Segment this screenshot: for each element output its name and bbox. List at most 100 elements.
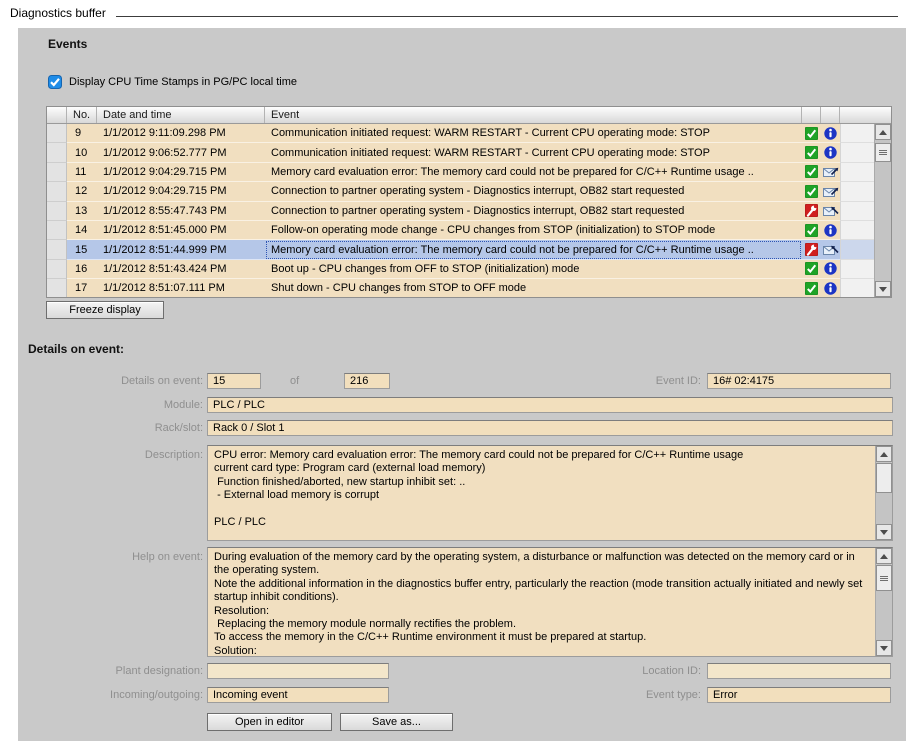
- help-text: During evaluation of the memory card by …: [208, 548, 875, 656]
- row-selector-cell[interactable]: [47, 279, 67, 297]
- events-table-body: 9 1/1/2012 9:11:09.298 PM Communication …: [47, 124, 874, 297]
- open-in-editor-button[interactable]: Open in editor: [207, 713, 332, 731]
- checkbox-checked-icon: [48, 75, 62, 89]
- event-total-field[interactable]: 216: [344, 373, 390, 389]
- table-row[interactable]: 10 1/1/2012 9:06:52.777 PM Communication…: [47, 143, 874, 162]
- row-selector-cell[interactable]: [47, 260, 67, 279]
- help-on-event-box[interactable]: During evaluation of the memory card by …: [207, 547, 893, 657]
- events-table: No. Date and time Event 9 1/1/2012 9:11:…: [46, 106, 892, 298]
- scroll-down-button[interactable]: [875, 281, 891, 297]
- incoming-outgoing-label: Incoming/outgoing:: [32, 689, 203, 701]
- arrow-up-icon: [880, 452, 888, 457]
- scroll-down-button[interactable]: [876, 640, 892, 656]
- green-check-icon: [802, 143, 821, 162]
- incoming-outgoing-field[interactable]: Incoming event: [207, 687, 389, 703]
- green-check-icon: [802, 260, 821, 279]
- event-datetime: 1/1/2012 9:06:52.777 PM: [97, 143, 265, 162]
- scrollbar-thumb[interactable]: [875, 143, 891, 162]
- scroll-up-button[interactable]: [876, 548, 892, 564]
- table-row[interactable]: 12 1/1/2012 9:04:29.715 PM Connection to…: [47, 182, 874, 201]
- row-selector-cell[interactable]: [47, 143, 67, 162]
- event-no: 9: [67, 124, 97, 143]
- table-row[interactable]: 17 1/1/2012 8:51:07.111 PM Shut down - C…: [47, 279, 874, 297]
- event-datetime: 1/1/2012 8:51:44.999 PM: [97, 240, 265, 259]
- scroll-up-button[interactable]: [875, 124, 891, 140]
- events-table-scrollbar[interactable]: [874, 124, 891, 297]
- details-count-row: Details on event: 15 of 216 Event ID: 16…: [18, 373, 906, 391]
- scrollbar-thumb[interactable]: [876, 565, 892, 591]
- description-box[interactable]: CPU error: Memory card evaluation error:…: [207, 445, 893, 541]
- rack-slot-field[interactable]: Rack 0 / Slot 1: [207, 420, 893, 436]
- table-row[interactable]: 16 1/1/2012 8:51:43.424 PM Boot up - CPU…: [47, 260, 874, 279]
- event-id-label: Event ID:: [549, 375, 701, 387]
- event-text: Follow-on operating mode change - CPU ch…: [265, 221, 802, 240]
- incoming-eventtype-row: Incoming/outgoing: Incoming event Event …: [18, 687, 906, 705]
- table-row[interactable]: 13 1/1/2012 8:55:47.743 PM Connection to…: [47, 202, 874, 221]
- save-as-button[interactable]: Save as...: [340, 713, 453, 731]
- event-no: 11: [67, 163, 97, 182]
- red-wrench-icon: [802, 240, 821, 259]
- event-datetime: 1/1/2012 8:51:45.000 PM: [97, 221, 265, 240]
- arrow-down-icon: [880, 646, 888, 651]
- row-spacer-cell: [840, 163, 874, 182]
- event-no: 12: [67, 182, 97, 201]
- event-datetime: 1/1/2012 8:51:07.111 PM: [97, 279, 265, 297]
- event-no: 15: [67, 240, 97, 259]
- description-scrollbar[interactable]: [875, 446, 892, 540]
- header-status-col: [802, 107, 821, 123]
- location-id-field[interactable]: [707, 663, 891, 679]
- header-class-col: [821, 107, 840, 123]
- scrollbar-thumb[interactable]: [876, 463, 892, 493]
- event-text: Connection to partner operating system -…: [265, 202, 802, 221]
- row-selector-cell[interactable]: [47, 240, 67, 259]
- event-index-field[interactable]: 15: [207, 373, 261, 389]
- scroll-up-button[interactable]: [876, 446, 892, 462]
- header-no[interactable]: No.: [67, 107, 97, 123]
- freeze-display-button[interactable]: Freeze display: [46, 301, 164, 319]
- header-event[interactable]: Event: [265, 107, 802, 123]
- row-spacer-cell: [840, 279, 874, 297]
- row-spacer-cell: [840, 182, 874, 201]
- rack-slot-row: Rack/slot: Rack 0 / Slot 1: [18, 420, 906, 438]
- info-icon: [821, 143, 840, 162]
- plant-designation-label: Plant designation:: [32, 665, 203, 677]
- table-row[interactable]: 11 1/1/2012 9:04:29.715 PM Memory card e…: [47, 163, 874, 182]
- outgoing-icon: [821, 163, 840, 182]
- row-selector-cell[interactable]: [47, 124, 67, 143]
- event-datetime: 1/1/2012 9:11:09.298 PM: [97, 124, 265, 143]
- table-row[interactable]: 14 1/1/2012 8:51:45.000 PM Follow-on ope…: [47, 221, 874, 240]
- red-wrench-icon: [802, 202, 821, 221]
- cpu-timestamps-checkbox-label: Display CPU Time Stamps in PG/PC local t…: [69, 76, 297, 88]
- plant-designation-field[interactable]: [207, 663, 389, 679]
- details-section-title: Details on event:: [28, 342, 124, 356]
- row-spacer-cell: [840, 124, 874, 143]
- header-spacer-col: [840, 107, 874, 123]
- event-id-field[interactable]: 16# 02:4175: [707, 373, 891, 389]
- row-selector-cell[interactable]: [47, 163, 67, 182]
- row-selector-cell[interactable]: [47, 221, 67, 240]
- row-spacer-cell: [840, 260, 874, 279]
- row-selector-cell[interactable]: [47, 202, 67, 221]
- event-text: Communication initiated request: WARM RE…: [265, 124, 802, 143]
- row-spacer-cell: [840, 143, 874, 162]
- incoming-icon: [821, 202, 840, 221]
- cpu-timestamps-checkbox[interactable]: Display CPU Time Stamps in PG/PC local t…: [48, 75, 297, 89]
- help-scrollbar[interactable]: [875, 548, 892, 656]
- header-datetime[interactable]: Date and time: [97, 107, 265, 123]
- row-selector-cell[interactable]: [47, 182, 67, 201]
- row-spacer-cell: [840, 240, 874, 259]
- arrow-down-icon: [879, 287, 887, 292]
- scroll-down-button[interactable]: [876, 524, 892, 540]
- table-row[interactable]: 15 1/1/2012 8:51:44.999 PM Memory card e…: [47, 240, 874, 259]
- event-type-field[interactable]: Error: [707, 687, 891, 703]
- arrow-up-icon: [879, 130, 887, 135]
- event-datetime: 1/1/2012 8:51:43.424 PM: [97, 260, 265, 279]
- event-type-label: Event type:: [549, 689, 701, 701]
- incoming-icon: [821, 240, 840, 259]
- module-field[interactable]: PLC / PLC: [207, 397, 893, 413]
- diagnostics-panel: Events Display CPU Time Stamps in PG/PC …: [18, 28, 906, 741]
- title-rule: [116, 16, 898, 17]
- details-on-event-label: Details on event:: [32, 375, 203, 387]
- table-row[interactable]: 9 1/1/2012 9:11:09.298 PM Communication …: [47, 124, 874, 143]
- green-check-icon: [802, 221, 821, 240]
